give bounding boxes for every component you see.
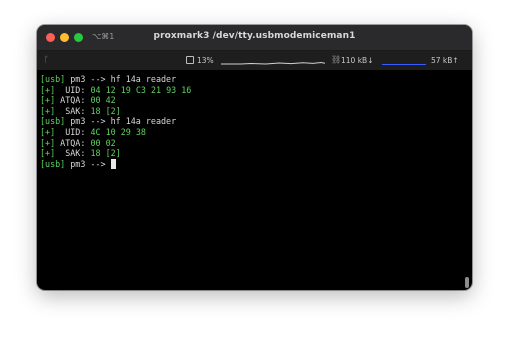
- net-download-rate: 110 kB↓: [341, 56, 374, 65]
- network-graph: [382, 64, 426, 65]
- terminal-text: [usb]: [40, 116, 66, 127]
- terminal-text: ATQA:: [55, 137, 91, 148]
- cpu-graph: [221, 56, 325, 65]
- terminal-line: [+] ATQA: 00 42: [40, 95, 472, 106]
- scrollbar-thumb[interactable]: [465, 277, 469, 288]
- terminal-text: 18 [2]: [90, 148, 121, 159]
- terminal-output[interactable]: [usb] pm3 --> hf 14a reader [+] UID: 04 1…: [37, 71, 472, 290]
- title-bar[interactable]: ⌥⌘1 proxmark3 /dev/tty.usbmodemiceman1: [37, 25, 472, 51]
- network-icon: ⛓: [331, 55, 342, 64]
- terminal-window: ⌥⌘1 proxmark3 /dev/tty.usbmodemiceman1 ᚴ…: [37, 25, 472, 290]
- terminal-text: [+]: [40, 137, 56, 148]
- terminal-text: [+]: [40, 126, 56, 137]
- terminal-text: ATQA:: [55, 95, 91, 106]
- terminal-text: pm3 -->: [65, 158, 111, 169]
- terminal-text: pm3 --> hf 14a reader: [65, 116, 177, 127]
- terminal-line: [usb] pm3 --> hf 14a reader: [40, 116, 472, 127]
- window-title: proxmark3 /dev/tty.usbmodemiceman1: [153, 31, 356, 41]
- terminal-text: [usb]: [40, 158, 66, 169]
- terminal-text: [+]: [40, 148, 56, 159]
- terminal-text: 00 02: [90, 137, 116, 148]
- terminal-text: [+]: [40, 105, 56, 116]
- terminal-line: [+] UID: 4C 10 29 38: [40, 127, 472, 138]
- terminal-text: SAK:: [55, 105, 91, 116]
- terminal-text: [usb]: [40, 74, 66, 84]
- status-bar: ᚴ 13% ⛓ 110 kB↓ 57 kB↑: [37, 51, 472, 70]
- terminal-line: [+] SAK: 18 [2]: [40, 148, 472, 159]
- terminal-text: pm3 --> hf 14a reader: [65, 74, 177, 84]
- terminal-text: SAK:: [55, 148, 91, 159]
- terminal-line: [+] UID: 04 12 19 C3 21 93 16: [40, 85, 472, 96]
- terminal-text: [+]: [40, 95, 56, 106]
- git-branch-icon: ᚴ: [44, 55, 49, 64]
- terminal-line: [usb] pm3 --> hf 14a reader: [40, 74, 472, 85]
- terminal-line: [+] ATQA: 00 02: [40, 138, 472, 149]
- terminal-text: UID:: [55, 84, 91, 95]
- cpu-percent: 13%: [197, 56, 214, 65]
- net-upload-rate: 57 kB↑: [431, 56, 459, 65]
- terminal-line: [+] SAK: 18 [2]: [40, 106, 472, 117]
- terminal-text: 00 42: [90, 95, 116, 106]
- terminal-text: 4C 10 29 38: [90, 126, 146, 137]
- terminal-text: UID:: [55, 126, 91, 137]
- terminal-cursor: [110, 158, 116, 169]
- terminal-line: [usb] pm3 -->: [40, 158, 472, 170]
- terminal-text: 04 12 19 C3 21 93 16: [90, 84, 192, 95]
- terminal-text: [+]: [40, 84, 56, 95]
- terminal-text: 18 [2]: [90, 105, 121, 116]
- cpu-icon: [186, 56, 194, 64]
